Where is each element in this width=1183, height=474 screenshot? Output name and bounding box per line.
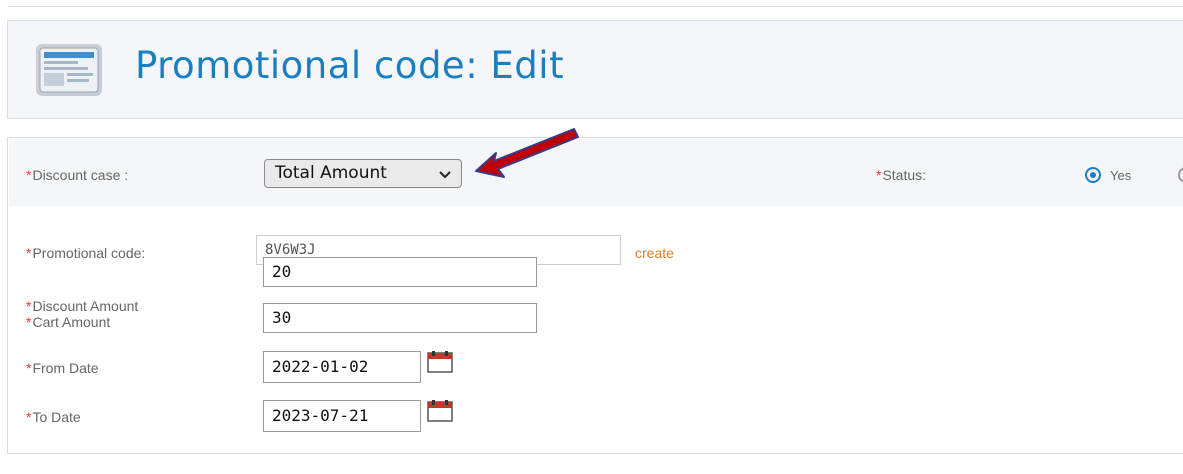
to-date-field[interactable]: 2023-07-21 (263, 400, 421, 432)
page-header: Promotional code: Edit (7, 20, 1183, 119)
promo-edit-form: *Discount case : Total Amount *Status: Y… (7, 137, 1183, 454)
cart-amount-label: *Cart Amount (26, 314, 111, 330)
discount-amount-label: *Discount Amount (26, 298, 139, 314)
promo-code-label: *Promotional code: (26, 245, 146, 261)
calendar-icon[interactable] (426, 399, 454, 423)
create-code-link[interactable]: create (635, 245, 674, 261)
top-divider (8, 6, 1183, 7)
cart-amount-field[interactable]: 30 (263, 303, 537, 333)
annotation-arrow (475, 128, 579, 178)
discount-case-selected: Total Amount (275, 163, 387, 183)
from-date-field[interactable]: 2022-01-02 (263, 351, 421, 383)
from-date-label: *From Date (26, 360, 99, 376)
status-yes-label: Yes (1110, 168, 1132, 183)
chevron-down-icon (439, 171, 451, 179)
discount-case-label: *Discount case : (26, 167, 129, 183)
calendar-icon[interactable] (426, 350, 454, 374)
form-page-icon (36, 44, 102, 96)
page-title: Promotional code: Edit (135, 44, 565, 87)
to-date-label: *To Date (26, 409, 81, 425)
status-yes-radio[interactable] (1085, 167, 1101, 183)
status-label: *Status: (876, 167, 927, 183)
form-header-row (9, 139, 1183, 206)
discount-case-select[interactable]: Total Amount (264, 159, 462, 188)
discount-amount-field[interactable]: 20 (263, 257, 537, 287)
